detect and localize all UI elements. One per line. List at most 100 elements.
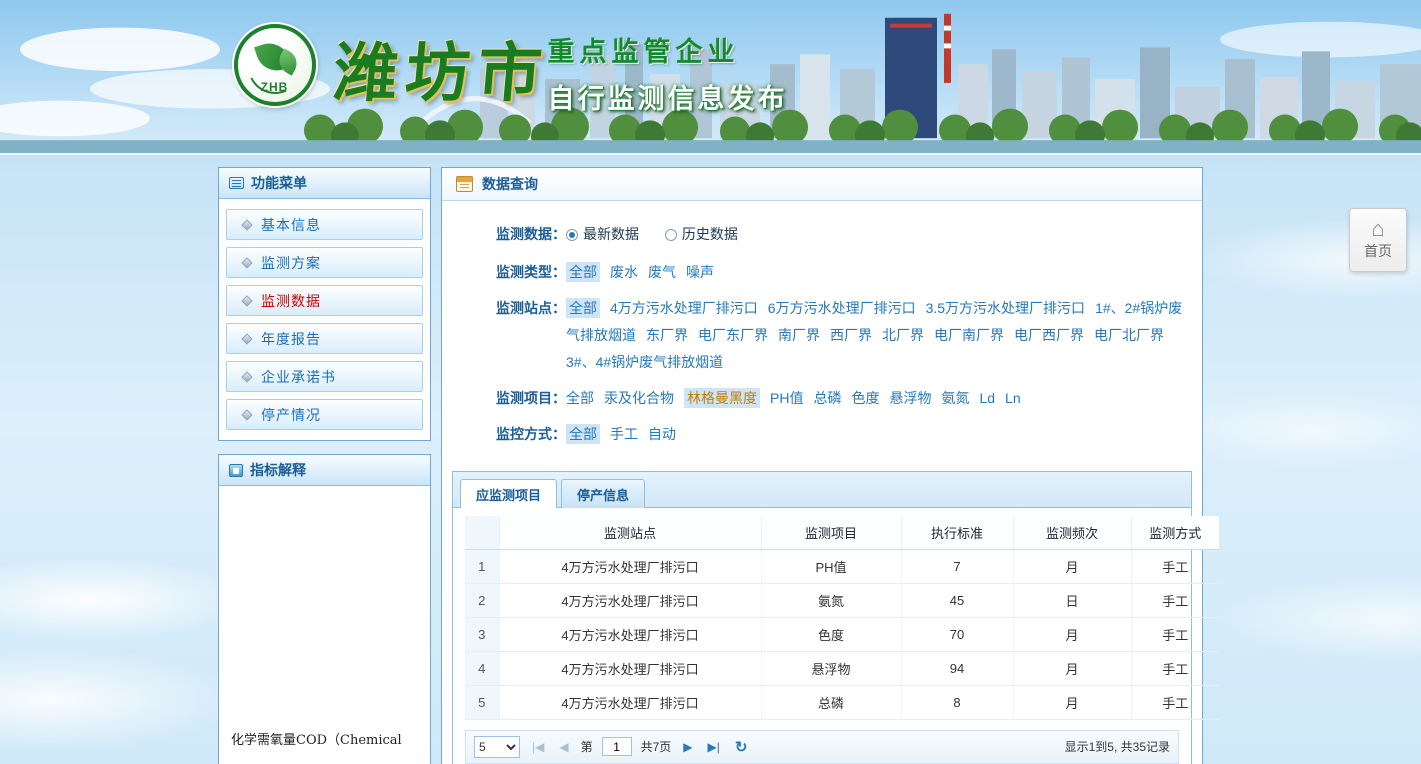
tab-stoppage-info[interactable]: 停产信息 [561, 479, 645, 508]
filter-option[interactable]: 6万方污水处理厂排污口 [768, 300, 916, 316]
table-cell: 悬浮物 [761, 651, 901, 685]
table-row[interactable]: 44万方污水处理厂排污口悬浮物94月手工 [465, 651, 1219, 685]
site-banner: ZHB 潍坊市 重点监管企业 自行监测信息发布 [0, 0, 1421, 155]
table-row[interactable]: 24万方污水处理厂排污口氨氮45日手工 [465, 583, 1219, 617]
table-cell: 手工 [1131, 685, 1219, 719]
filter-option[interactable]: 3.5万方污水处理厂排污口 [926, 300, 1085, 316]
table-row[interactable]: 34万方污水处理厂排污口色度70月手工 [465, 617, 1219, 651]
filter-option[interactable]: 全部 [566, 298, 600, 318]
filter-option[interactable]: 北厂界 [882, 327, 924, 343]
table-cell: 4万方污水处理厂排污口 [499, 617, 761, 651]
filter-project-options: 全部汞及化合物林格曼黑度 PH值总磷色度悬浮物氨氮 Ld Ln [566, 385, 1190, 412]
filter-option[interactable]: 全部 [566, 262, 600, 282]
page-size-select[interactable]: 5 [474, 736, 520, 758]
filter-option[interactable]: 电厂西厂界 [1014, 327, 1084, 343]
page-number-input[interactable] [602, 737, 632, 756]
first-page-button[interactable]: |◀ [529, 738, 547, 756]
table-cell: 手工 [1131, 651, 1219, 685]
table-cell: 月 [1013, 651, 1131, 685]
radio-history-data[interactable]: 历史数据 [665, 221, 738, 248]
filter-option[interactable]: 废水 [610, 264, 638, 280]
filter-option[interactable]: 废气 [648, 264, 676, 280]
sidebar-item-label: 监测方案 [261, 253, 321, 273]
home-icon: ⌂ [1371, 219, 1384, 239]
diamond-bullet-icon [241, 409, 252, 420]
diamond-bullet-icon [241, 219, 252, 230]
table-cell: 70 [901, 617, 1013, 651]
sidebar-item-commitment-letter[interactable]: 企业承诺书 [226, 361, 423, 392]
record-summary: 显示1到5, 共35记录 [1065, 738, 1170, 755]
filter-method-options: 全部手工自动 [566, 421, 1190, 448]
table-cell: 氨氮 [761, 583, 901, 617]
next-page-button[interactable]: ▶ [680, 738, 695, 756]
filter-option[interactable]: 总磷 [813, 390, 841, 406]
site-subtitle-1: 重点监管企业 [548, 30, 788, 69]
filter-option[interactable]: 色度 [851, 390, 879, 406]
diamond-bullet-icon [241, 371, 252, 382]
filter-option[interactable]: 电厂南厂界 [934, 327, 1004, 343]
table-row[interactable]: 14万方污水处理厂排污口PH值7月手工 [465, 549, 1219, 583]
refresh-icon[interactable]: ↻ [732, 736, 751, 758]
table-cell: 月 [1013, 685, 1131, 719]
filter-label-data: 监测数据： [454, 221, 566, 250]
sidebar-item-label: 停产情况 [261, 405, 321, 425]
data-query-panel: 数据查询 监测数据： 最新数据 历史数据 [441, 167, 1203, 764]
indicator-explain-title: 指标解释 [250, 460, 306, 480]
radio-label: 最新数据 [583, 221, 639, 248]
filter-type-options: 全部废水废气噪声 [566, 259, 1190, 286]
filter-option[interactable]: 悬浮物 [889, 390, 931, 406]
filter-option[interactable]: 3#、4#锅炉废气排放烟道 [566, 354, 723, 370]
table-cell: 3 [465, 617, 499, 651]
table-row[interactable]: 54万方污水处理厂排污口总磷8月手工 [465, 685, 1219, 719]
tab-monitoring-items[interactable]: 应监测项目 [460, 479, 557, 508]
filter-option[interactable]: 噪声 [686, 264, 714, 280]
sidebar-item-monitoring-data[interactable]: 监测数据 [226, 285, 423, 316]
sidebar-item-basic-info[interactable]: 基本信息 [226, 209, 423, 240]
filter-option[interactable]: 东厂界 [646, 327, 688, 343]
filter-option[interactable]: 全部 [566, 424, 600, 444]
filter-option[interactable]: 林格曼黑度 [684, 388, 760, 408]
table-cell: 94 [901, 651, 1013, 685]
table-cell: 日 [1013, 583, 1131, 617]
radio-latest-data[interactable]: 最新数据 [566, 221, 639, 248]
book-icon [229, 464, 243, 477]
filter-option[interactable]: Ln [1005, 390, 1021, 406]
filter-option[interactable]: 全部 [566, 390, 594, 406]
table-cell: 4万方污水处理厂排污口 [499, 549, 761, 583]
table-cell: PH值 [761, 549, 901, 583]
prev-page-button[interactable]: ◀ [556, 738, 571, 756]
table-cell: 月 [1013, 549, 1131, 583]
filter-option[interactable]: 电厂东厂界 [698, 327, 768, 343]
page-title: 数据查询 [482, 174, 538, 194]
sidebar-item-monitoring-plan[interactable]: 监测方案 [226, 247, 423, 278]
filter-option[interactable]: PH值 [770, 390, 803, 406]
filter-option[interactable]: Ld [979, 390, 995, 406]
home-button[interactable]: ⌂ 首页 [1349, 208, 1407, 272]
diamond-bullet-icon [241, 295, 252, 306]
sidebar-item-production-stoppage[interactable]: 停产情况 [226, 399, 423, 430]
sidebar-item-annual-report[interactable]: 年度报告 [226, 323, 423, 354]
filter-option[interactable]: 南厂界 [778, 327, 820, 343]
filter-option[interactable]: 4万方污水处理厂排污口 [610, 300, 758, 316]
table-cell: 4 [465, 651, 499, 685]
monitoring-items-table: 监测站点监测项目执行标准监测频次监测方式 14万方污水处理厂排污口PH值7月手工… [465, 516, 1219, 720]
column-header: 监测方式 [1131, 516, 1219, 550]
table-cell: 4万方污水处理厂排污口 [499, 583, 761, 617]
filter-option[interactable]: 西厂界 [830, 327, 872, 343]
filter-label-method: 监控方式： [454, 421, 566, 448]
filter-option[interactable]: 电厂北厂界 [1094, 327, 1164, 343]
table-cell: 45 [901, 583, 1013, 617]
filter-option[interactable]: 自动 [648, 426, 676, 442]
last-page-button[interactable]: ▶| [705, 738, 723, 756]
filter-option[interactable]: 氨氮 [941, 390, 969, 406]
filter-option[interactable]: 手工 [610, 426, 638, 442]
filter-station-options: 全部4万方污水处理厂排污口6万方污水处理厂排污口3.5万方污水处理厂排污口1#、… [566, 295, 1190, 376]
table-cell: 5 [465, 685, 499, 719]
filter-option[interactable]: 汞及化合物 [604, 390, 674, 406]
tab-bar: 应监测项目 停产信息 [453, 472, 1191, 508]
radio-label: 历史数据 [682, 221, 738, 248]
table-cell: 手工 [1131, 583, 1219, 617]
sidebar-item-label: 监测数据 [261, 291, 321, 311]
column-header: 执行标准 [901, 516, 1013, 550]
column-header: 监测频次 [1013, 516, 1131, 550]
